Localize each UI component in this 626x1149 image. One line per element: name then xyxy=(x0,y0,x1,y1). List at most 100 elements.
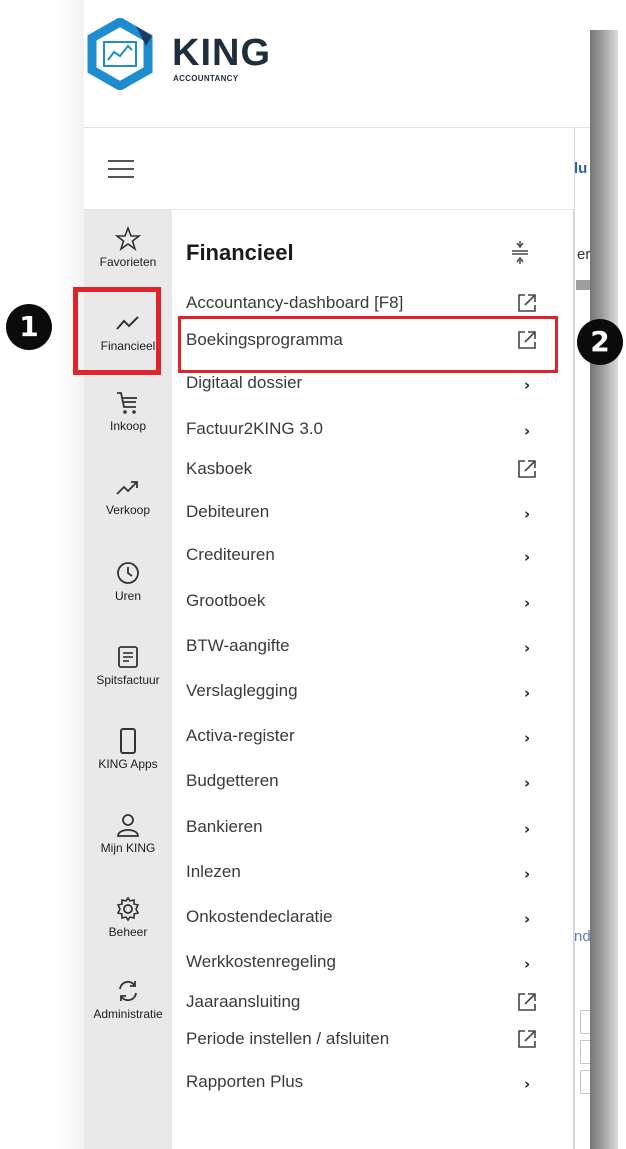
chevron-right-icon: › xyxy=(524,594,531,612)
menu-item-label: Rapporten Plus xyxy=(186,1072,304,1091)
window-shadow-left xyxy=(58,0,84,1149)
gear-icon xyxy=(116,896,140,922)
menu-item-label: Budgetteren xyxy=(186,771,279,790)
chevron-right-icon: › xyxy=(524,639,531,657)
chevron-right-icon: › xyxy=(524,865,531,883)
rail-item-uren[interactable]: Uren xyxy=(84,560,172,603)
menu-item[interactable]: Werkkostenregeling › xyxy=(186,949,546,979)
panel-title: Financieel xyxy=(186,240,294,265)
rail-item-administratie[interactable]: Administratie xyxy=(84,978,172,1021)
background-field xyxy=(580,1040,590,1064)
rail-item-label: KING Apps xyxy=(98,757,158,771)
rail-item-label: Spitsfactuur xyxy=(96,673,160,687)
rail-item-favorieten[interactable]: Favorieten xyxy=(84,226,172,269)
external-link-icon[interactable] xyxy=(516,458,538,480)
menu-item-label: Inlezen xyxy=(186,862,241,881)
callout-badge-2: 2 xyxy=(577,319,623,365)
toolbar xyxy=(84,128,574,210)
rail-item-label: Administratie xyxy=(93,1007,163,1021)
rail-item-beheer[interactable]: Beheer xyxy=(84,896,172,939)
chevron-right-icon: › xyxy=(524,422,531,440)
menu-item[interactable]: Onkostendeclaratie › xyxy=(186,904,546,934)
menu-item[interactable]: Factuur2KING 3.0 › xyxy=(186,416,546,446)
rail-item-label: Favorieten xyxy=(99,255,157,269)
highlight-financieel xyxy=(73,287,161,375)
menu-item-label: Crediteuren xyxy=(186,545,275,564)
external-link-icon[interactable] xyxy=(516,1028,538,1050)
menu-item-label: Werkkostenregeling xyxy=(186,952,336,971)
chevron-right-icon: › xyxy=(524,910,531,928)
chevron-right-icon: › xyxy=(524,548,531,566)
chevron-right-icon: › xyxy=(524,684,531,702)
app-header: KING ACCOUNTANCY xyxy=(84,0,590,128)
rail-item-inkoop[interactable]: Inkoop xyxy=(84,390,172,433)
cart-icon xyxy=(117,392,137,414)
rail-item-verkoop[interactable]: Verkoop xyxy=(84,474,172,517)
menu-item[interactable]: Verslaglegging › xyxy=(186,678,546,708)
external-link-icon[interactable] xyxy=(516,991,538,1013)
menu-item[interactable]: Bankieren › xyxy=(186,814,546,844)
background-text-mid: er xyxy=(577,246,590,263)
menu-item[interactable]: BTW-aangifte › xyxy=(186,633,546,663)
background-field xyxy=(580,1010,590,1034)
chevron-right-icon: › xyxy=(524,955,531,973)
rail-item-label: Verkoop xyxy=(105,503,151,517)
rail-item-label: Beheer xyxy=(108,925,148,939)
background-text-lower: nd xyxy=(574,928,590,945)
chevron-right-icon: › xyxy=(524,774,531,792)
rail-item-label: Uren xyxy=(114,589,141,603)
sync-icon xyxy=(119,980,137,1002)
chevron-right-icon: › xyxy=(524,376,531,394)
highlight-boekingsprogramma xyxy=(178,316,558,373)
callout-badge-1: 1 xyxy=(6,304,52,350)
window-shadow-right xyxy=(588,30,618,1149)
document-icon xyxy=(118,646,138,668)
menu-item-label: BTW-aangifte xyxy=(186,636,290,655)
menu-item[interactable]: Kasboek xyxy=(186,456,546,486)
king-logo-icon xyxy=(87,18,153,90)
brand-subtitle: ACCOUNTANCY xyxy=(173,74,239,83)
menu-item[interactable]: Jaaraansluiting xyxy=(186,989,546,1019)
menu-item-label: Activa-register xyxy=(186,726,295,745)
brand-name: KING xyxy=(172,32,271,74)
menu-item-label: Grootboek xyxy=(186,591,266,610)
rail-item-label: Inkoop xyxy=(109,419,147,433)
menu-item-label: Verslaglegging xyxy=(186,681,298,700)
menu-item-label: Factuur2KING 3.0 xyxy=(186,419,324,438)
background-text-top: lu xyxy=(574,160,588,177)
menu-item[interactable]: Digitaal dossier › xyxy=(186,370,546,400)
menu-item-label: Onkostendeclaratie xyxy=(186,907,333,926)
user-icon xyxy=(117,814,139,837)
app-window: lu er nd KING ACCOUNTANCY Favorieten Fin… xyxy=(84,0,590,1149)
menu-item[interactable]: Activa-register › xyxy=(186,723,546,753)
background-field xyxy=(580,1070,590,1094)
chevron-right-icon: › xyxy=(524,729,531,747)
background-scrollbar xyxy=(576,280,590,290)
clock-icon xyxy=(117,562,139,584)
collapse-icon[interactable] xyxy=(510,240,530,264)
menu-item-label: Digitaal dossier xyxy=(186,373,303,392)
menu-item-label: Accountancy-dashboard [F8] xyxy=(186,293,404,312)
hamburger-menu-icon[interactable] xyxy=(108,160,134,180)
chevron-right-icon: › xyxy=(524,505,531,523)
menu-item[interactable]: Periode instellen / afsluiten xyxy=(186,1026,546,1056)
chevron-right-icon: › xyxy=(524,820,531,838)
menu-item-label: Periode instellen / afsluiten xyxy=(186,1029,390,1048)
menu-item-label: Bankieren xyxy=(186,817,263,836)
menu-item[interactable]: Grootboek › xyxy=(186,588,546,618)
menu-item-label: Debiteuren xyxy=(186,502,270,521)
trend-up-icon xyxy=(116,481,138,495)
rail-item-spitsfactuur[interactable]: Spitsfactuur xyxy=(84,644,172,687)
rail-item-king-apps[interactable]: KING Apps xyxy=(84,728,172,771)
menu-item[interactable]: Inlezen › xyxy=(186,859,546,889)
menu-item[interactable]: Budgetteren › xyxy=(186,768,546,798)
menu-item[interactable]: Rapporten Plus › xyxy=(186,1069,546,1099)
rail-item-mijn-king[interactable]: Mijn KING xyxy=(84,812,172,855)
chevron-right-icon: › xyxy=(524,1075,531,1093)
menu-item[interactable]: Debiteuren › xyxy=(186,499,546,529)
phone-icon xyxy=(120,728,136,754)
external-link-icon[interactable] xyxy=(516,292,538,314)
menu-item-label: Jaaraansluiting xyxy=(186,992,301,1011)
rail-item-label: Mijn KING xyxy=(100,841,156,855)
menu-item[interactable]: Crediteuren › xyxy=(186,542,546,572)
